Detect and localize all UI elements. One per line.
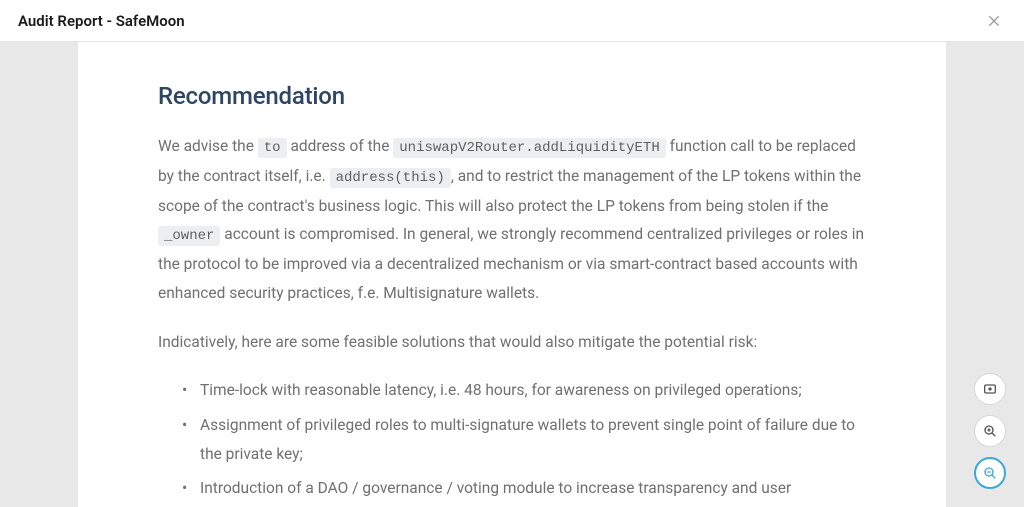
text-span: address of the (287, 137, 394, 155)
list-item: Assignment of privileged roles to multi-… (200, 411, 866, 468)
page-title: Audit Report - SafeMoon (18, 12, 185, 30)
list-item: Introduction of a DAO / governance / vot… (200, 474, 866, 507)
zoom-out-fab[interactable] (974, 457, 1006, 489)
list-item: Time-lock with reasonable latency, i.e. … (200, 376, 866, 405)
code-to: to (258, 138, 287, 158)
document-panel: Recommendation We advise the to address … (78, 42, 946, 507)
text-span: account is compromised. In general, we s… (158, 225, 864, 302)
zoom-in-icon (982, 423, 998, 439)
section-heading: Recommendation (158, 82, 866, 110)
zoom-in-fab[interactable] (974, 415, 1006, 447)
content-wrapper: Recommendation We advise the to address … (0, 42, 1024, 507)
code-addliquidity: uniswapV2Router.addLiquidityETH (393, 138, 665, 158)
solutions-list: Time-lock with reasonable latency, i.e. … (158, 376, 866, 507)
text-span: We advise the (158, 137, 258, 155)
recommendation-paragraph-2: Indicatively, here are some feasible sol… (158, 328, 866, 357)
zoom-out-icon (982, 465, 998, 481)
expand-icon (982, 381, 998, 397)
expand-fab[interactable] (974, 373, 1006, 405)
code-owner: _owner (158, 226, 220, 246)
code-address-this: address(this) (330, 168, 451, 188)
close-button[interactable] (982, 9, 1006, 33)
close-icon (986, 13, 1002, 29)
recommendation-paragraph-1: We advise the to address of the uniswapV… (158, 132, 866, 308)
header-bar: Audit Report - SafeMoon (0, 0, 1024, 42)
floating-buttons (974, 373, 1006, 489)
